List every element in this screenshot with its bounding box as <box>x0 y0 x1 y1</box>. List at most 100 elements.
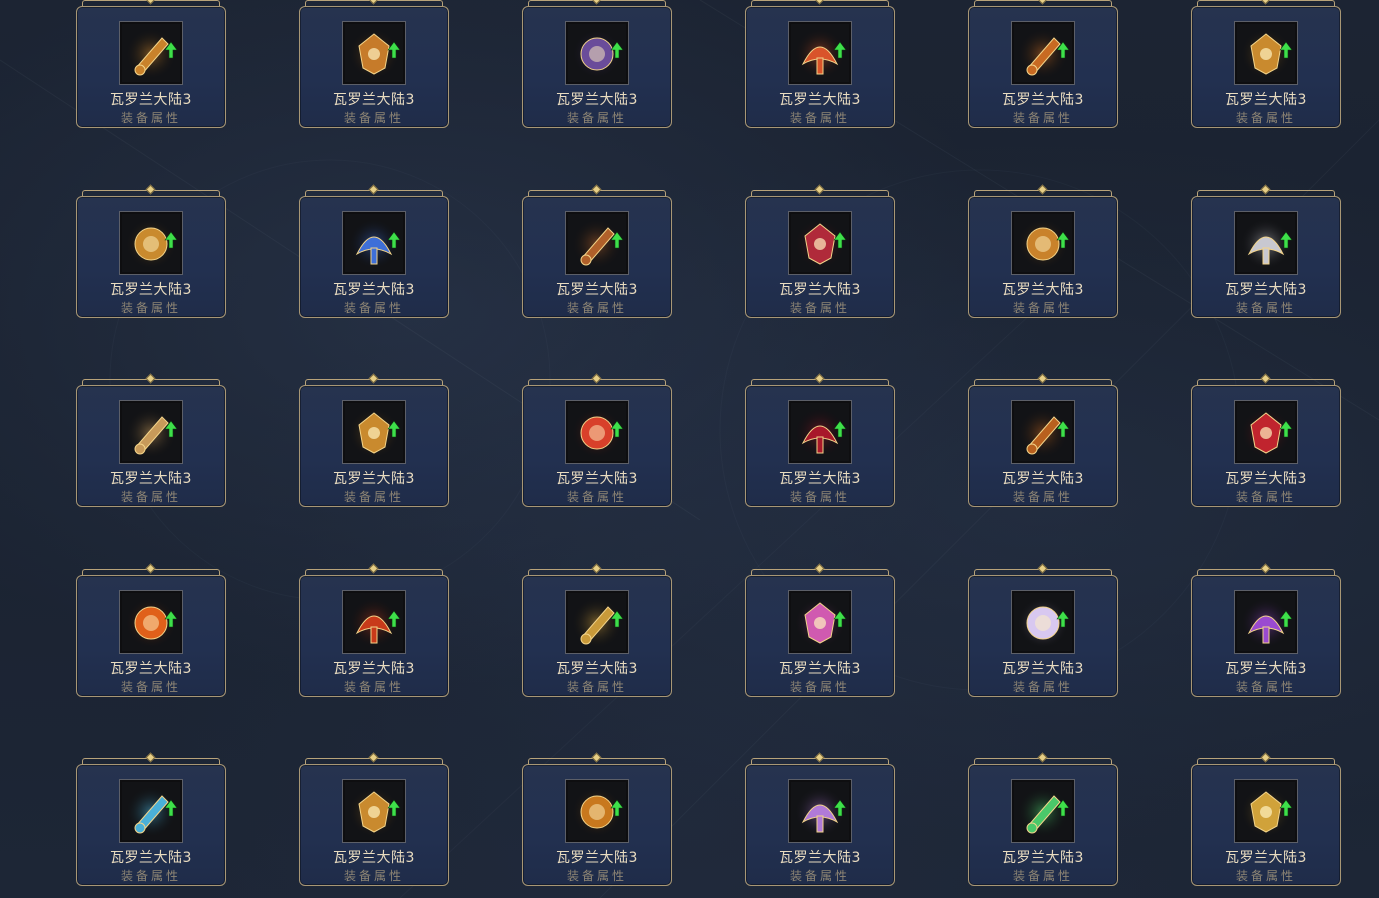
equipment-card[interactable]: 瓦罗兰大陆3 装备属性 <box>745 373 895 507</box>
equipment-card[interactable]: 瓦罗兰大陆3 装备属性 <box>1191 0 1341 128</box>
equipment-card[interactable]: 瓦罗兰大陆3 装备属性 <box>522 184 672 318</box>
equipment-attributes-link[interactable]: 装备属性 <box>76 299 226 316</box>
item-name: 瓦罗兰大陆3 <box>110 850 192 866</box>
amber-wings-icon[interactable] <box>342 400 406 464</box>
equipment-attributes-link[interactable]: 装备属性 <box>1191 678 1341 695</box>
equipment-attributes-link[interactable]: 装备属性 <box>1191 299 1341 316</box>
equipment-attributes-link[interactable]: 装备属性 <box>522 488 672 505</box>
equipment-attributes-link[interactable]: 装备属性 <box>968 678 1118 695</box>
equipment-attributes-link[interactable]: 装备属性 <box>1191 488 1341 505</box>
equipment-card[interactable]: 瓦罗兰大陆3 装备属性 <box>522 373 672 507</box>
golden-banner-icon[interactable] <box>565 590 629 654</box>
equipment-attributes-link[interactable]: 装备属性 <box>522 109 672 126</box>
equipment-attributes-link[interactable]: 装备属性 <box>76 678 226 695</box>
equipment-card[interactable]: 瓦罗兰大陆3 装备属性 <box>968 184 1118 318</box>
equipment-card[interactable]: 瓦罗兰大陆3 装备属性 <box>1191 563 1341 697</box>
equipment-card[interactable]: 瓦罗兰大陆3 装备属性 <box>745 752 895 886</box>
fire-sigil-icon[interactable] <box>565 400 629 464</box>
equipment-card[interactable]: 瓦罗兰大陆3 装备属性 <box>76 752 226 886</box>
equipment-card[interactable]: 瓦罗兰大陆3 装备属性 <box>299 0 449 128</box>
fire-gem-icon[interactable] <box>119 590 183 654</box>
item-name: 瓦罗兰大陆3 <box>779 471 861 487</box>
equipment-card[interactable]: 瓦罗兰大陆3 装备属性 <box>299 752 449 886</box>
jade-staff-icon[interactable] <box>1011 779 1075 843</box>
equipment-attributes-link[interactable]: 装备属性 <box>968 488 1118 505</box>
equipment-card[interactable]: 瓦罗兰大陆3 装备属性 <box>76 0 226 128</box>
equipment-attributes-link[interactable]: 装备属性 <box>745 867 895 884</box>
equipment-card[interactable]: 瓦罗兰大陆3 装备属性 <box>1191 184 1341 318</box>
red-dragon-icon[interactable] <box>788 400 852 464</box>
equipment-card[interactable]: 瓦罗兰大陆3 装备属性 <box>1191 373 1341 507</box>
amethyst-scepter-icon[interactable] <box>1234 590 1298 654</box>
equipment-card[interactable]: 瓦罗兰大陆3 装备属性 <box>745 184 895 318</box>
web-sigil-icon[interactable] <box>565 779 629 843</box>
equipment-attributes-link[interactable]: 装备属性 <box>745 488 895 505</box>
equipment-attributes-link[interactable]: 装备属性 <box>745 299 895 316</box>
dark-mage-icon[interactable] <box>565 21 629 85</box>
golden-blade-icon[interactable] <box>1011 211 1075 275</box>
copper-cuirass-icon[interactable] <box>1011 400 1075 464</box>
ruby-wings-icon[interactable] <box>1234 400 1298 464</box>
equipment-card[interactable]: 瓦罗兰大陆3 装备属性 <box>76 373 226 507</box>
item-name: 瓦罗兰大陆3 <box>333 92 415 108</box>
equipment-attributes-link[interactable]: 装备属性 <box>299 488 449 505</box>
golden-horn-icon[interactable] <box>1234 779 1298 843</box>
equipment-attributes-link[interactable]: 装备属性 <box>1191 867 1341 884</box>
equipment-attributes-link[interactable]: 装备属性 <box>76 867 226 884</box>
equipment-card[interactable]: 瓦罗兰大陆3 装备属性 <box>745 0 895 128</box>
equipment-card[interactable]: 瓦罗兰大陆3 装备属性 <box>968 752 1118 886</box>
crimson-bow-icon[interactable] <box>788 211 852 275</box>
equipment-card[interactable]: 瓦罗兰大陆3 装备属性 <box>522 0 672 128</box>
item-name: 瓦罗兰大陆3 <box>556 850 638 866</box>
equipment-attributes-link[interactable]: 装备属性 <box>522 867 672 884</box>
equipment-card[interactable]: 瓦罗兰大陆3 装备属性 <box>968 563 1118 697</box>
equipment-card[interactable]: 瓦罗兰大陆3 装备属性 <box>968 0 1118 128</box>
equipment-attributes-link[interactable]: 装备属性 <box>76 488 226 505</box>
item-name: 瓦罗兰大陆3 <box>779 850 861 866</box>
item-name: 瓦罗兰大陆3 <box>556 92 638 108</box>
item-name: 瓦罗兰大陆3 <box>1002 282 1084 298</box>
equipment-card[interactable]: 瓦罗兰大陆3 装备属性 <box>522 563 672 697</box>
equipment-attributes-link[interactable]: 装备属性 <box>299 299 449 316</box>
equipment-card[interactable]: 瓦罗兰大陆3 装备属性 <box>745 563 895 697</box>
golden-sword-icon[interactable] <box>119 21 183 85</box>
golden-armor-icon[interactable] <box>342 21 406 85</box>
blue-orb-icon[interactable] <box>342 211 406 275</box>
crystal-crown-icon[interactable] <box>1011 590 1075 654</box>
equipment-card[interactable]: 瓦罗兰大陆3 装备属性 <box>299 184 449 318</box>
equipment-attributes-link[interactable]: 装备属性 <box>968 867 1118 884</box>
golden-wings-icon[interactable] <box>1234 21 1298 85</box>
equipment-attributes-link[interactable]: 装备属性 <box>522 299 672 316</box>
equipment-attributes-link[interactable]: 装备属性 <box>299 678 449 695</box>
golden-gauntlet-icon[interactable] <box>119 211 183 275</box>
silver-gauntlet-icon[interactable] <box>1234 211 1298 275</box>
equipment-attributes-link[interactable]: 装备属性 <box>76 109 226 126</box>
equipment-attributes-link[interactable]: 装备属性 <box>299 109 449 126</box>
equipment-card[interactable]: 瓦罗兰大陆3 装备属性 <box>968 373 1118 507</box>
equipment-attributes-link[interactable]: 装备属性 <box>299 867 449 884</box>
violet-orb-icon[interactable] <box>788 779 852 843</box>
equipment-card[interactable]: 瓦罗兰大陆3 装备属性 <box>299 563 449 697</box>
item-name: 瓦罗兰大陆3 <box>556 282 638 298</box>
equipment-attributes-link[interactable]: 装备属性 <box>968 109 1118 126</box>
bronze-helm-icon[interactable] <box>565 211 629 275</box>
equipment-attributes-link[interactable]: 装备属性 <box>522 678 672 695</box>
equipment-card[interactable]: 瓦罗兰大陆3 装备属性 <box>522 752 672 886</box>
equipment-card[interactable]: 瓦罗兰大陆3 装备属性 <box>76 184 226 318</box>
crowned-chest-icon[interactable] <box>342 779 406 843</box>
jeweled-amulet-icon[interactable] <box>788 590 852 654</box>
equipment-card[interactable]: 瓦罗兰大陆3 装备属性 <box>1191 752 1341 886</box>
item-name: 瓦罗兰大陆3 <box>333 471 415 487</box>
flame-crown-icon[interactable] <box>788 21 852 85</box>
equipment-attributes-link[interactable]: 装备属性 <box>1191 109 1341 126</box>
equipment-card[interactable]: 瓦罗兰大陆3 装备属性 <box>76 563 226 697</box>
item-name: 瓦罗兰大陆3 <box>1225 850 1307 866</box>
equipment-card[interactable]: 瓦罗兰大陆3 装备属性 <box>299 373 449 507</box>
fire-blade-icon[interactable] <box>1011 21 1075 85</box>
equipment-attributes-link[interactable]: 装备属性 <box>745 109 895 126</box>
frost-skull-icon[interactable] <box>119 779 183 843</box>
bone-blade-icon[interactable] <box>119 400 183 464</box>
fire-shield-icon[interactable] <box>342 590 406 654</box>
equipment-attributes-link[interactable]: 装备属性 <box>745 678 895 695</box>
equipment-attributes-link[interactable]: 装备属性 <box>968 299 1118 316</box>
